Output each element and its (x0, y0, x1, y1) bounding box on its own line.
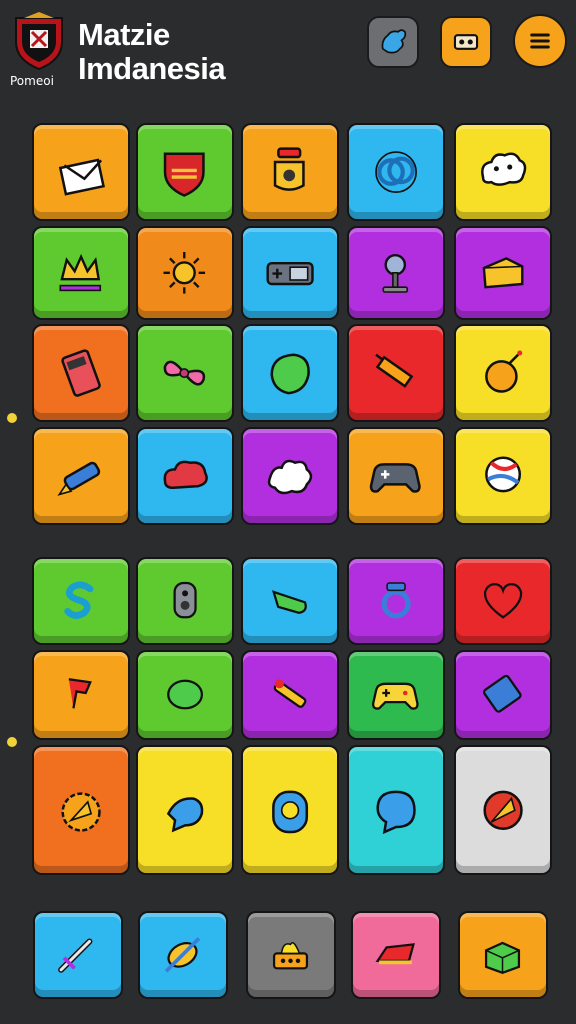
donut-icon (272, 790, 308, 833)
crest-logo-icon (10, 12, 68, 72)
tile-boat[interactable] (351, 911, 441, 999)
tile-fire-box[interactable] (246, 911, 336, 999)
tile-brush[interactable] (241, 650, 339, 740)
tile-card[interactable] (454, 650, 552, 740)
controller-icon (369, 463, 421, 493)
splash-icon (267, 459, 313, 495)
tile-heart[interactable] (454, 557, 552, 645)
knot-icon (375, 151, 417, 193)
tile-ball[interactable] (454, 427, 552, 525)
tile-compass[interactable] (138, 911, 228, 999)
tile-bow[interactable] (136, 324, 234, 422)
ball-icon (485, 456, 521, 493)
tile-rocket[interactable] (32, 427, 130, 525)
heart-icon (483, 583, 523, 619)
pizza-icon (483, 790, 523, 830)
leaf-icon (270, 353, 310, 395)
tile-sword[interactable] (33, 911, 123, 999)
tile-letter-s[interactable] (32, 557, 130, 645)
calculator-icon (61, 349, 101, 397)
tile-pizza[interactable] (454, 745, 552, 875)
tile-cloud-faces[interactable] (454, 123, 552, 221)
envelope-icon (58, 158, 105, 196)
tile-shield[interactable] (136, 123, 234, 221)
puzzle-button[interactable] (367, 16, 419, 68)
fire-box-icon (273, 942, 309, 970)
tile-cheese[interactable] (454, 226, 552, 320)
sword-icon (58, 938, 93, 973)
tile-yellow-controller[interactable] (347, 650, 445, 740)
tile-fish[interactable] (136, 745, 234, 875)
compass-icon (165, 937, 201, 973)
cloud-faces-icon (480, 152, 527, 186)
indicator-dot (7, 737, 17, 747)
hamburger-menu-icon (530, 33, 550, 49)
app-title-line-2: Imdanesia (78, 51, 226, 86)
cheese-icon (482, 257, 524, 289)
tile-cloud[interactable] (136, 427, 234, 525)
app-title-line-1: Matzie (78, 17, 170, 52)
tile-controller[interactable] (347, 427, 445, 525)
gamepad-icon (266, 262, 314, 286)
speech-bubble-icon (376, 790, 416, 834)
top-bar: Pomeoi Matzie Imdanesia (0, 0, 576, 110)
tile-gift-box[interactable] (458, 911, 548, 999)
tile-envelope[interactable] (32, 123, 130, 221)
tile-donut[interactable] (241, 745, 339, 875)
pencil-icon (375, 353, 414, 388)
tile-leaf[interactable] (241, 324, 339, 422)
bell-icon (273, 147, 305, 191)
indicator-dot (7, 413, 17, 423)
shield-icon (163, 152, 205, 197)
tile-splash[interactable] (241, 427, 339, 525)
gift-box-icon (485, 941, 521, 975)
badge-icon (61, 792, 101, 832)
tile-gamepad[interactable] (241, 226, 339, 320)
tile-badge[interactable] (32, 745, 130, 875)
fish-icon (166, 796, 204, 833)
cassette-button[interactable] (440, 16, 492, 68)
horn-icon (271, 590, 307, 615)
boat-icon (375, 943, 416, 965)
gamepad-vertical-icon (173, 581, 197, 619)
logo-caption: Pomeoi (10, 74, 54, 88)
app-title: Matzie Imdanesia (78, 17, 226, 86)
tile-joystick[interactable] (347, 226, 445, 320)
tile-speech-bubble[interactable] (347, 745, 445, 875)
lemon-icon (167, 680, 203, 710)
bomb-icon (485, 350, 523, 393)
brush-icon (273, 679, 307, 709)
tile-bell[interactable] (241, 123, 339, 221)
letter-s-icon (64, 581, 94, 619)
menu-button[interactable] (513, 14, 567, 68)
yellow-controller-icon (371, 683, 419, 711)
card-icon (482, 675, 522, 714)
tile-flag[interactable] (32, 650, 130, 740)
ring-icon (381, 582, 411, 619)
tile-gamepad-vertical[interactable] (136, 557, 234, 645)
rocket-icon (57, 461, 101, 496)
tile-bomb[interactable] (454, 324, 552, 422)
tile-sun[interactable] (136, 226, 234, 320)
joystick-icon (382, 254, 408, 293)
cloud-icon (163, 460, 208, 489)
tile-ring[interactable] (347, 557, 445, 645)
tile-horn[interactable] (241, 557, 339, 645)
sun-icon (163, 252, 205, 294)
tile-pencil[interactable] (347, 324, 445, 422)
tile-lemon[interactable] (136, 650, 234, 740)
bow-icon (163, 360, 206, 386)
tile-knot[interactable] (347, 123, 445, 221)
flag-icon (68, 678, 92, 709)
crown-icon (59, 254, 101, 292)
tile-crown[interactable] (32, 226, 130, 320)
cassette-icon (453, 34, 479, 50)
tile-calculator[interactable] (32, 324, 130, 422)
puzzle-icon (381, 29, 407, 54)
